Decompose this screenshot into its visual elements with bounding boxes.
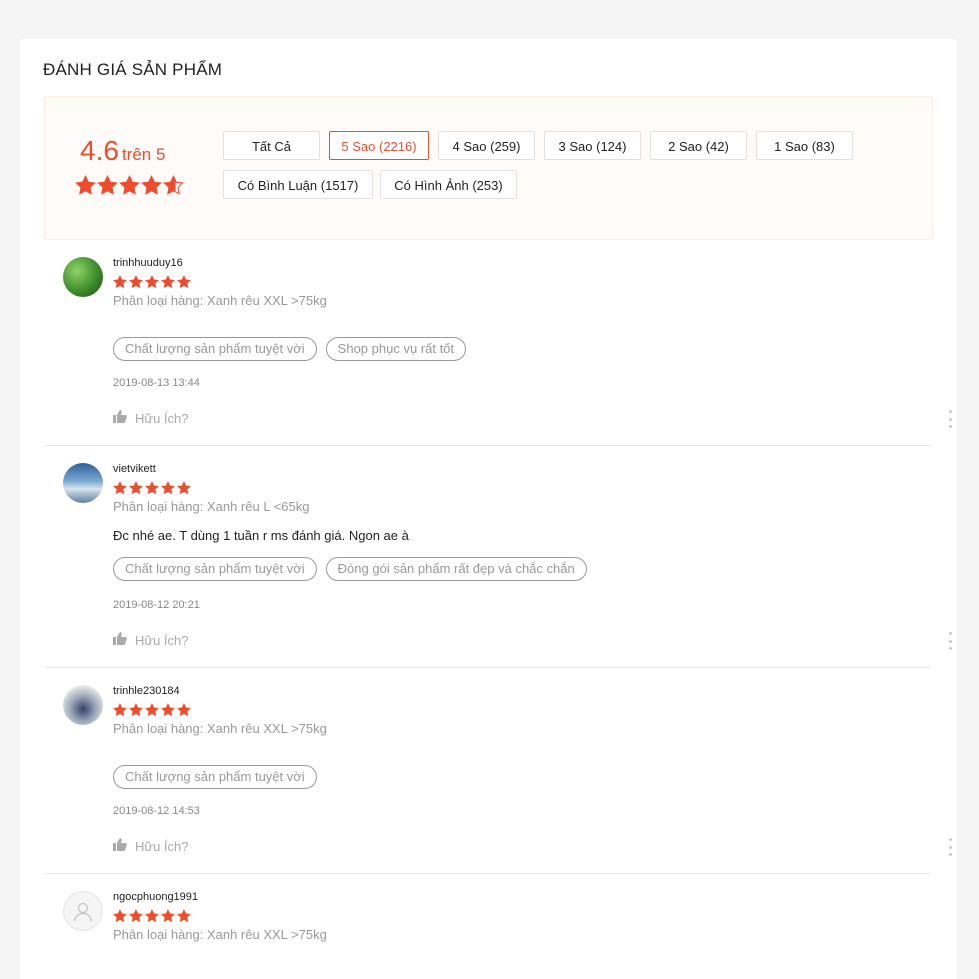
star-icon [113, 481, 127, 495]
review-tags: Chất lượng sản phẩm tuyệt vời Shop phục … [113, 337, 467, 361]
star-icon [145, 481, 159, 495]
star-icon [161, 481, 175, 495]
review-tag: Chất lượng sản phẩm tuyệt vời [113, 337, 317, 361]
filter-4-star[interactable]: 4 Sao (259) [438, 131, 535, 160]
filter-with-images[interactable]: Có Hình Ảnh (253) [380, 170, 517, 199]
review-tag: Chất lượng sản phẩm tuyệt vời [113, 557, 317, 581]
star-icon [177, 909, 191, 923]
thumbs-up-icon [113, 632, 127, 648]
more-options-icon[interactable] [947, 838, 953, 856]
filter-all[interactable]: Tất Cả [223, 131, 320, 160]
star-icon [97, 175, 118, 195]
review-item: trinhle230184 Phân loại hàng: Xanh rêu X… [44, 668, 952, 874]
star-icon [129, 481, 143, 495]
star-icon [145, 909, 159, 923]
review-variation: Phân loại hàng: Xanh rêu XXL >75kg [113, 721, 327, 736]
review-variation: Phân loại hàng: Xanh rêu XXL >75kg [113, 927, 327, 942]
review-username: vietvikett [113, 463, 156, 475]
review-tag: Chất lượng sản phẩm tuyệt vời [113, 765, 317, 789]
star-icon [113, 275, 127, 289]
star-icon [119, 175, 140, 195]
star-icon [75, 175, 96, 195]
review-username: ngocphuong1991 [113, 891, 199, 903]
score-value: 4.6 [80, 135, 119, 166]
review-tag: Đóng gói sản phẩm rất đẹp và chắc chắn [325, 557, 587, 581]
star-icon [129, 909, 143, 923]
review-username: trinhle230184 [113, 685, 180, 697]
review-comment: Đc nhé ae. T dùng 1 tuần r ms đánh giá. … [113, 528, 409, 543]
star-icon [161, 909, 175, 923]
review-variation: Phân loại hàng: Xanh rêu XXL >75kg [113, 293, 327, 308]
star-icon [145, 275, 159, 289]
section-title: ĐÁNH GIÁ SẢN PHẨM [43, 60, 223, 79]
star-icon [141, 175, 162, 195]
review-item: ngocphuong1991 Phân loại hàng: Xanh rêu … [44, 874, 931, 979]
review-stars [113, 275, 191, 289]
filter-2-star[interactable]: 2 Sao (42) [650, 131, 747, 160]
review-stars [113, 909, 191, 923]
filter-with-comments[interactable]: Có Bình Luận (1517) [223, 170, 373, 199]
star-icon [163, 175, 184, 195]
star-icon [177, 275, 191, 289]
average-rating-stars [75, 175, 184, 196]
more-options-icon[interactable] [947, 632, 953, 650]
review-tag: Shop phục vụ rất tốt [325, 337, 467, 361]
review-date: 2019-08-13 13:44 [113, 377, 200, 389]
avatar[interactable] [63, 891, 103, 931]
review-item: trinhhuuduy16 Phân loại hàng: Xanh rêu X… [44, 240, 952, 446]
review-username: trinhhuuduy16 [113, 257, 183, 269]
star-icon [177, 703, 191, 717]
thumbs-up-icon [113, 410, 127, 426]
star-icon [145, 703, 159, 717]
star-icon [113, 909, 127, 923]
score-suffix: trên 5 [121, 145, 166, 164]
helpful-label: Hữu Ích? [135, 838, 189, 854]
star-icon [177, 481, 191, 495]
review-variation: Phân loại hàng: Xanh rêu L <65kg [113, 499, 310, 514]
filter-1-star[interactable]: 1 Sao (83) [756, 131, 853, 160]
rating-score: 4.6 trên 5 [80, 135, 165, 167]
helpful-label: Hữu Ích? [135, 410, 189, 426]
review-date: 2019-08-12 20:21 [113, 599, 200, 611]
thumbs-up-icon [113, 838, 127, 854]
star-icon [129, 275, 143, 289]
star-icon [129, 703, 143, 717]
helpful-button[interactable]: Hữu Ích? [113, 410, 189, 426]
star-icon [161, 703, 175, 717]
review-item: vietvikett Phân loại hàng: Xanh rêu L <6… [44, 446, 952, 668]
review-tags: Chất lượng sản phẩm tuyệt vời [113, 765, 317, 789]
review-stars [113, 703, 191, 717]
helpful-button[interactable]: Hữu Ích? [113, 632, 189, 648]
avatar[interactable] [63, 257, 103, 297]
user-icon [74, 902, 92, 922]
rating-overview: 4.6 trên 5 Tất Cả 5 Sao (2216) 4 Sao (259… [44, 96, 933, 240]
helpful-label: Hữu Ích? [135, 632, 189, 648]
more-options-icon[interactable] [947, 410, 953, 428]
filter-3-star[interactable]: 3 Sao (124) [544, 131, 641, 160]
helpful-button[interactable]: Hữu Ích? [113, 838, 189, 854]
filter-5-star[interactable]: 5 Sao (2216) [329, 131, 429, 160]
star-icon [161, 275, 175, 289]
review-date: 2019-08-12 14:53 [113, 805, 200, 817]
avatar[interactable] [63, 685, 103, 725]
star-icon [113, 703, 127, 717]
review-tags: Chất lượng sản phẩm tuyệt vời Đóng gói s… [113, 557, 587, 581]
product-ratings-panel: ĐÁNH GIÁ SẢN PHẨM 4.6 trên 5 Tất Cả 5 Sao… [20, 39, 957, 979]
avatar[interactable] [63, 463, 103, 503]
review-stars [113, 481, 191, 495]
